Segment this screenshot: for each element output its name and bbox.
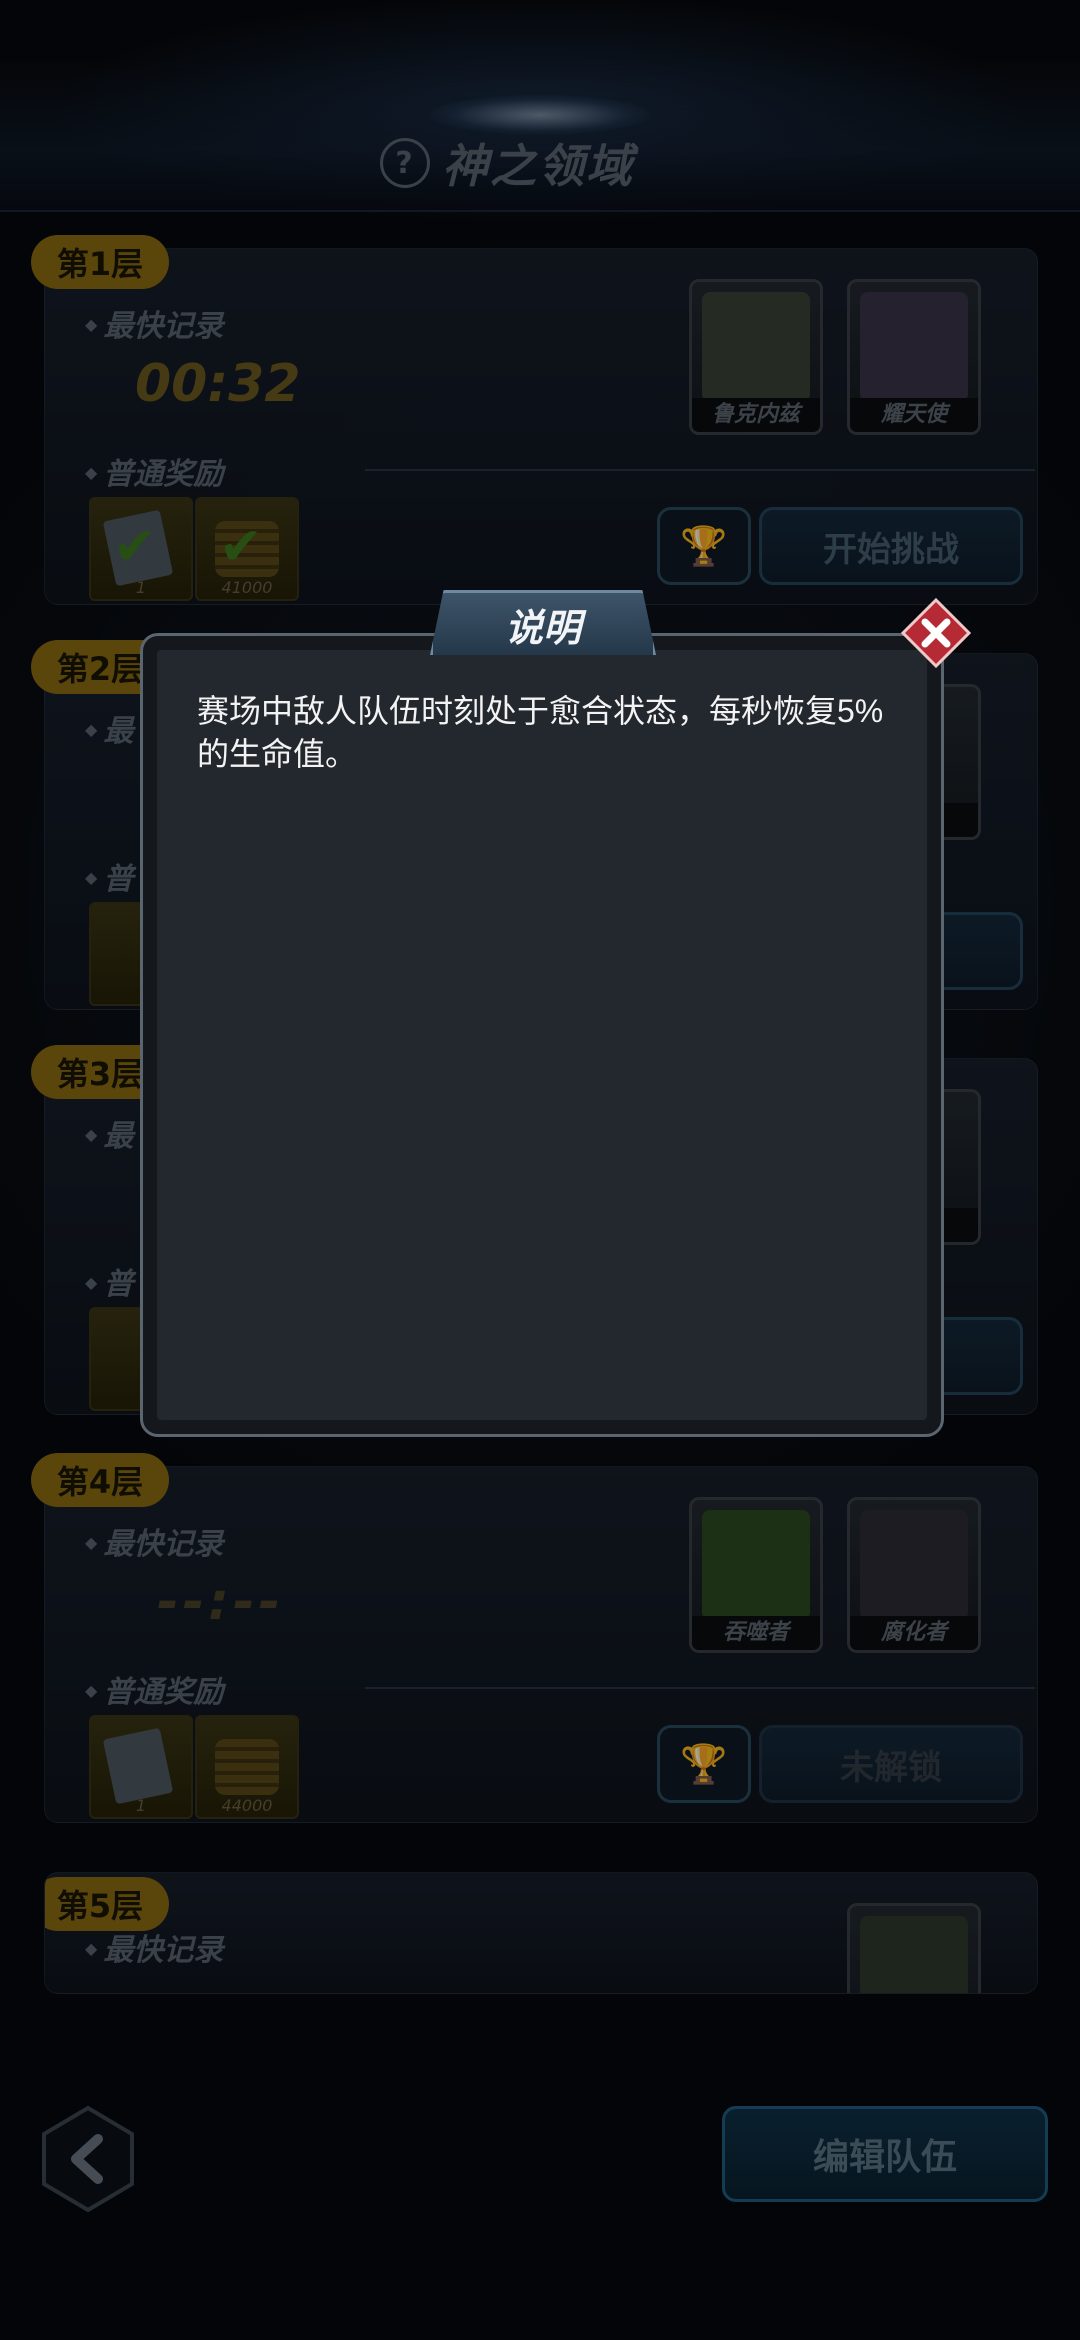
info-dialog: 赛场中敌人队伍时刻处于愈合状态，每秒恢复5%的生命值。 [140, 633, 944, 1437]
dialog-title-tab: 说明 [430, 590, 656, 655]
dialog-body: 赛场中敌人队伍时刻处于愈合状态，每秒恢复5%的生命值。 [157, 650, 927, 1420]
close-button[interactable] [900, 597, 972, 669]
dialog-title: 说明 [504, 605, 581, 650]
close-icon [900, 597, 972, 669]
dialog-text: 赛场中敌人队伍时刻处于愈合状态，每秒恢复5%的生命值。 [197, 693, 884, 772]
